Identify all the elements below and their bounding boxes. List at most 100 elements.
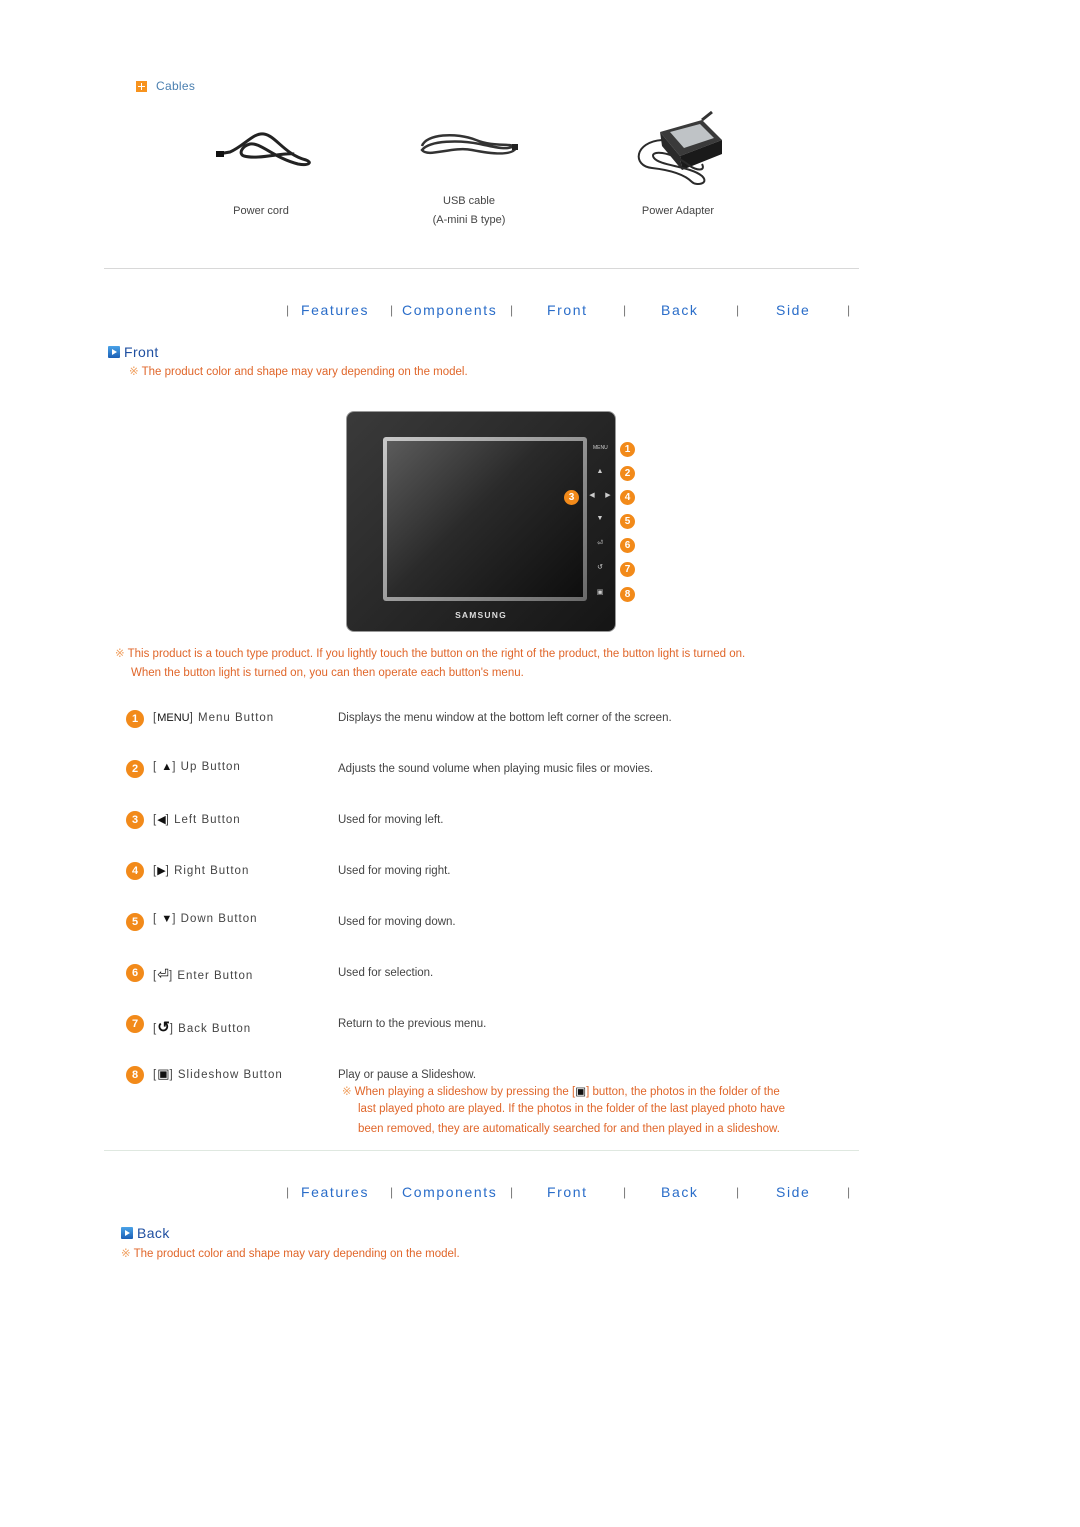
cables-title: Cables [156, 79, 196, 93]
nav-separator: | [510, 303, 514, 317]
callout-badge: 2 [620, 466, 635, 481]
number-badge: 8 [126, 1066, 144, 1084]
button-name: Slideshow Button [177, 1069, 283, 1081]
nav-separator: | [847, 303, 851, 317]
back-section-title: Back [121, 1225, 170, 1241]
slideshow-button-label: [▣] Slideshow Button [153, 1066, 283, 1081]
nav-link-front[interactable]: Front [547, 1184, 588, 1200]
number-badge: 4 [126, 862, 144, 880]
front-title-text: Front [124, 344, 159, 360]
callout-badge: 7 [620, 562, 635, 577]
number-badge: 7 [126, 1015, 144, 1033]
menu-button-label: [MENU] Menu Button [153, 712, 275, 724]
slideshow-note-text: When playing a slideshow by pressing the… [354, 1086, 576, 1098]
section-arrow-icon [121, 1227, 133, 1239]
back-note-text: The product color and shape may vary dep… [133, 1248, 460, 1260]
reference-mark-icon: ※ [342, 1086, 352, 1098]
usb-cable-name: USB cable [443, 195, 495, 207]
touch-note: ※ This product is a touch type product. I… [115, 645, 745, 664]
button-name: Up Button [180, 761, 241, 773]
menu-button-desc: Displays the menu window at the bottom l… [338, 712, 672, 724]
device-menu-key: MENU [593, 445, 608, 451]
touch-note-line2: When the button light is turned on, you … [131, 667, 524, 679]
nav-link-side[interactable]: Side [776, 302, 810, 318]
menu-key-icon: MENU [157, 712, 190, 724]
reference-mark-icon: ※ [121, 1248, 131, 1260]
callout-badge: 5 [620, 514, 635, 529]
device-slideshow-key: ▣ [596, 589, 604, 596]
nav-separator: | [623, 303, 627, 317]
slideshow-icon: ▣ [575, 1086, 587, 1098]
screen-bezel [383, 437, 587, 601]
front-section-title: Front [108, 344, 159, 360]
callout-badge: 3 [564, 490, 579, 505]
nav-link-back[interactable]: Back [661, 302, 699, 318]
nav-separator: | [623, 1185, 627, 1199]
button-name: Right Button [174, 865, 250, 877]
slideshow-note-text: ] button, the photos in the folder of th… [586, 1086, 780, 1098]
photo-frame-front-image: SAMSUNG MENU ▲ ◀ ▶ ▼ ⏎ ↺ ▣ [346, 411, 616, 632]
device-back-key: ↺ [597, 564, 603, 571]
back-icon: ↺ [157, 1019, 170, 1036]
brand-logo: SAMSUNG [455, 610, 507, 620]
device-enter-key: ⏎ [597, 540, 603, 547]
back-button-label: [↺] Back Button [153, 1019, 252, 1036]
enter-button-desc: Used for selection. [338, 967, 434, 979]
right-arrow-icon: ▶ [157, 865, 166, 877]
number-badge: 3 [126, 811, 144, 829]
back-button-desc: Return to the previous menu. [338, 1018, 487, 1030]
nav-link-side[interactable]: Side [776, 1184, 810, 1200]
left-button-desc: Used for moving left. [338, 814, 444, 826]
callout-badge: 8 [620, 587, 635, 602]
left-arrow-icon: ◀ [157, 814, 166, 826]
slideshow-button-desc: Play or pause a Slideshow. [338, 1069, 477, 1081]
section-nav: | Features | Components | Front | Back |… [280, 1184, 860, 1204]
number-badge: 6 [126, 964, 144, 982]
number-badge: 2 [126, 760, 144, 778]
section-nav: | Features | Components | Front | Back |… [280, 302, 860, 322]
reference-mark-icon: ※ [129, 366, 139, 378]
nav-link-features[interactable]: Features [301, 1184, 369, 1200]
device-right-key: ▶ [605, 492, 611, 499]
up-button-desc: Adjusts the sound volume when playing mu… [338, 763, 654, 775]
button-name: Enter Button [177, 970, 254, 982]
divider [104, 268, 859, 269]
reference-mark-icon: ※ [115, 648, 125, 660]
nav-separator: | [286, 303, 290, 317]
usb-cable-type: (A-mini B type) [432, 214, 506, 226]
device-up-key: ▲ [596, 468, 604, 475]
power-cord-label: Power cord [233, 205, 289, 217]
nav-separator: | [390, 303, 394, 317]
nav-link-back[interactable]: Back [661, 1184, 699, 1200]
enter-icon: ⏎ [157, 966, 169, 982]
back-title-text: Back [137, 1225, 170, 1241]
slideshow-note-line2: last played photo are played. If the pho… [358, 1103, 786, 1115]
slideshow-icon: ▣ [157, 1066, 170, 1081]
nav-link-components[interactable]: Components [402, 1184, 497, 1200]
power-adapter-label: Power Adapter [641, 205, 715, 217]
right-button-desc: Used for moving right. [338, 865, 451, 877]
enter-button-label: [⏎] Enter Button [153, 966, 254, 982]
up-arrow-icon: ▲ [161, 761, 173, 773]
plus-icon [136, 80, 147, 92]
nav-link-components[interactable]: Components [402, 302, 497, 318]
callout-badge: 6 [620, 538, 635, 553]
callout-badge: 4 [620, 490, 635, 505]
nav-link-features[interactable]: Features [301, 302, 369, 318]
back-model-note: ※ The product color and shape may vary de… [121, 1245, 460, 1264]
down-button-label: [ ▼] Down Button [153, 913, 258, 925]
button-name: Down Button [180, 913, 258, 925]
device-down-key: ▼ [596, 515, 604, 522]
section-arrow-icon [108, 346, 120, 358]
usb-cable-image [420, 134, 518, 155]
nav-separator: | [286, 1185, 290, 1199]
up-button-label: [ ▲] Up Button [153, 761, 241, 773]
nav-link-front[interactable]: Front [547, 302, 588, 318]
button-name: Left Button [174, 814, 241, 826]
nav-separator: | [847, 1185, 851, 1199]
button-name: Menu Button [197, 712, 275, 724]
slideshow-note-line3: been removed, they are automatically sea… [358, 1123, 780, 1135]
front-model-note: ※ The product color and shape may vary de… [129, 363, 468, 382]
button-name: Back Button [178, 1023, 252, 1035]
callout-badge: 1 [620, 442, 635, 457]
